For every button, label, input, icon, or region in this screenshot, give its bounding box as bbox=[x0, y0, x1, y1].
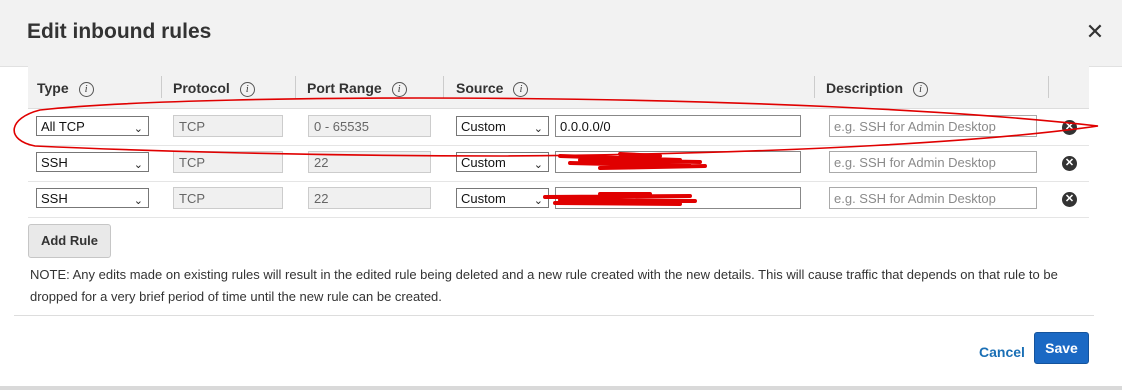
column-divider bbox=[1048, 76, 1049, 98]
dialog-title: Edit inbound rules bbox=[27, 20, 212, 43]
type-select-value: SSH bbox=[41, 191, 68, 206]
description-input[interactable]: e.g. SSH for Admin Desktop bbox=[829, 115, 1037, 137]
port-range-field: 22 bbox=[308, 187, 431, 209]
cancel-button[interactable]: Cancel bbox=[979, 344, 1025, 360]
info-icon[interactable]: i bbox=[913, 82, 929, 97]
chevron-down-icon: ⌄ bbox=[533, 195, 543, 207]
window-bottom-edge bbox=[0, 386, 1122, 390]
protocol-field: TCP bbox=[173, 115, 283, 137]
source-cidr-input[interactable] bbox=[555, 187, 801, 209]
remove-rule-icon[interactable]: ✕ bbox=[1062, 192, 1077, 207]
table-row: SSH ⌄ TCP 22 Custom ⌄ e.g. SSH for Admin D… bbox=[28, 145, 1089, 182]
type-select[interactable]: SSH ⌄ bbox=[36, 152, 149, 172]
info-icon[interactable]: i bbox=[239, 82, 255, 97]
header-description: Description i bbox=[826, 80, 929, 97]
header-source-label: Source bbox=[456, 80, 504, 96]
save-button[interactable]: Save bbox=[1034, 332, 1089, 364]
chevron-down-icon: ⌄ bbox=[133, 123, 143, 135]
column-divider bbox=[814, 76, 815, 98]
table-header: Type i Protocol i Port Range i Source i Desc… bbox=[28, 66, 1089, 109]
chevron-down-icon: ⌄ bbox=[533, 159, 543, 171]
table-row: All TCP ⌄ TCP 0 - 65535 Custom ⌄ 0.0.0.0/0… bbox=[28, 109, 1089, 146]
type-select-value: SSH bbox=[41, 155, 68, 170]
remove-rule-icon[interactable]: ✕ bbox=[1062, 120, 1077, 135]
source-type-select[interactable]: Custom ⌄ bbox=[456, 188, 549, 208]
description-input[interactable]: e.g. SSH for Admin Desktop bbox=[829, 187, 1037, 209]
header-protocol-label: Protocol bbox=[173, 80, 230, 96]
info-icon[interactable]: i bbox=[513, 82, 529, 97]
type-select[interactable]: SSH ⌄ bbox=[36, 188, 149, 208]
close-icon[interactable]: ✕ bbox=[1084, 21, 1106, 43]
port-range-field: 22 bbox=[308, 151, 431, 173]
type-select-value: All TCP bbox=[41, 119, 85, 134]
header-port-range-label: Port Range bbox=[307, 80, 382, 96]
protocol-field: TCP bbox=[173, 187, 283, 209]
header-port-range: Port Range i bbox=[307, 80, 407, 97]
chevron-down-icon: ⌄ bbox=[133, 159, 143, 171]
column-divider bbox=[443, 76, 444, 98]
header-type-label: Type bbox=[37, 80, 69, 96]
table-row: SSH ⌄ TCP 22 Custom ⌄ e.g. SSH for Admin D… bbox=[28, 181, 1089, 218]
header-description-label: Description bbox=[826, 80, 904, 96]
source-cidr-input[interactable] bbox=[555, 151, 801, 173]
chevron-down-icon: ⌄ bbox=[533, 123, 543, 135]
info-icon[interactable]: i bbox=[391, 82, 407, 97]
chevron-down-icon: ⌄ bbox=[133, 195, 143, 207]
column-divider bbox=[295, 76, 296, 98]
info-icon[interactable]: i bbox=[78, 82, 94, 97]
source-type-value: Custom bbox=[461, 119, 506, 134]
description-input[interactable]: e.g. SSH for Admin Desktop bbox=[829, 151, 1037, 173]
protocol-field: TCP bbox=[173, 151, 283, 173]
header-source: Source i bbox=[456, 80, 529, 97]
port-range-field: 0 - 65535 bbox=[308, 115, 431, 137]
source-type-value: Custom bbox=[461, 191, 506, 206]
source-cidr-input[interactable]: 0.0.0.0/0 bbox=[555, 115, 801, 137]
type-select[interactable]: All TCP ⌄ bbox=[36, 116, 149, 136]
column-divider bbox=[161, 76, 162, 98]
remove-rule-icon[interactable]: ✕ bbox=[1062, 156, 1077, 171]
header-type: Type i bbox=[37, 80, 94, 97]
edit-inbound-rules-dialog: Edit inbound rules ✕ Type i Protocol i Por… bbox=[0, 0, 1122, 390]
add-rule-button[interactable]: Add Rule bbox=[28, 224, 111, 258]
source-type-select[interactable]: Custom ⌄ bbox=[456, 152, 549, 172]
footer-divider bbox=[14, 315, 1094, 316]
source-type-value: Custom bbox=[461, 155, 506, 170]
dialog-header: Edit inbound rules ✕ bbox=[0, 0, 1122, 67]
header-protocol: Protocol i bbox=[173, 80, 255, 97]
source-type-select[interactable]: Custom ⌄ bbox=[456, 116, 549, 136]
edit-warning-note: NOTE: Any edits made on existing rules w… bbox=[30, 267, 1058, 304]
